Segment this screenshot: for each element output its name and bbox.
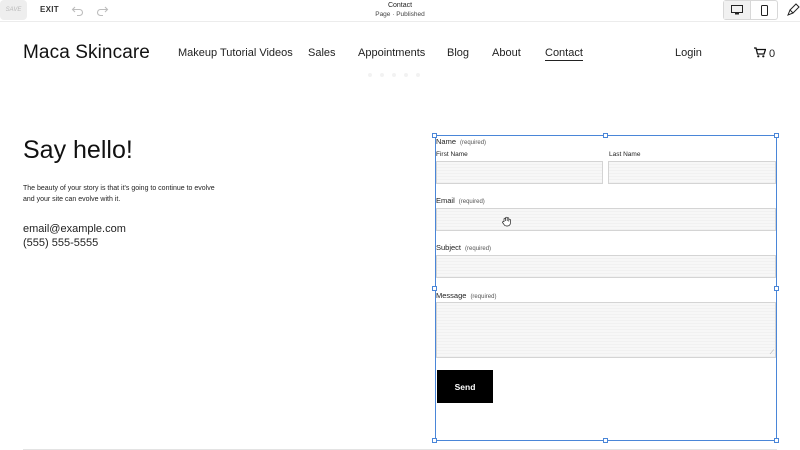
desktop-view-icon[interactable] [724,1,751,19]
message-field[interactable]: ⟋ [436,302,776,358]
contact-email[interactable]: email@example.com [23,223,126,235]
cart-icon [754,47,767,61]
page-status: Page · Published [375,11,425,18]
site-styles-icon[interactable] [787,3,800,17]
login-link[interactable]: Login [675,47,702,59]
email-field[interactable] [436,208,776,231]
cart-count: 0 [769,48,776,60]
resize-handle-bottom[interactable] [603,438,608,443]
send-button[interactable]: Send [437,370,493,403]
resize-handle-top-right[interactable] [774,133,779,138]
nav-sales[interactable]: Sales [308,47,336,59]
last-name-label: Last Name [609,151,641,158]
editor-toolbar: SAVE EXIT Contact Page · Published [0,0,800,22]
nav-makeup-tutorial-videos[interactable]: Makeup Tutorial Videos [178,47,293,59]
resize-handle-bottom-left[interactable] [432,438,437,443]
nav-about[interactable]: About [492,47,521,59]
nav-contact[interactable]: Contact [545,47,583,61]
contact-phone[interactable]: (555) 555-5555 [23,237,98,249]
device-toggle [723,0,778,20]
nav-appointments[interactable]: Appointments [358,47,425,59]
message-label: Message (required) [436,291,497,300]
page-title: Contact [387,2,413,9]
last-name-field[interactable] [608,161,776,184]
first-name-label: First Name [436,151,468,158]
grab-cursor-icon [501,216,512,227]
intro-text: The beauty of your story is that it's go… [23,185,215,203]
textarea-resize-icon[interactable]: ⟋ [770,350,774,356]
resize-handle-bottom-right[interactable] [774,438,779,443]
page-heading: Say hello! [23,136,133,164]
email-label: Email (required) [436,196,485,205]
mobile-view-icon[interactable] [750,1,777,19]
site-brand[interactable]: Maca Skincare [23,42,150,64]
resize-handle-top[interactable] [603,133,608,138]
subject-field[interactable] [436,255,776,278]
header-dots [368,73,420,77]
cart-button[interactable]: 0 [754,47,775,61]
name-label: Name (required) [436,137,487,146]
first-name-field[interactable] [436,161,603,184]
nav-blog[interactable]: Blog [447,47,469,59]
subject-label: Subject (required) [436,243,492,252]
resize-handle-right[interactable] [774,286,779,291]
